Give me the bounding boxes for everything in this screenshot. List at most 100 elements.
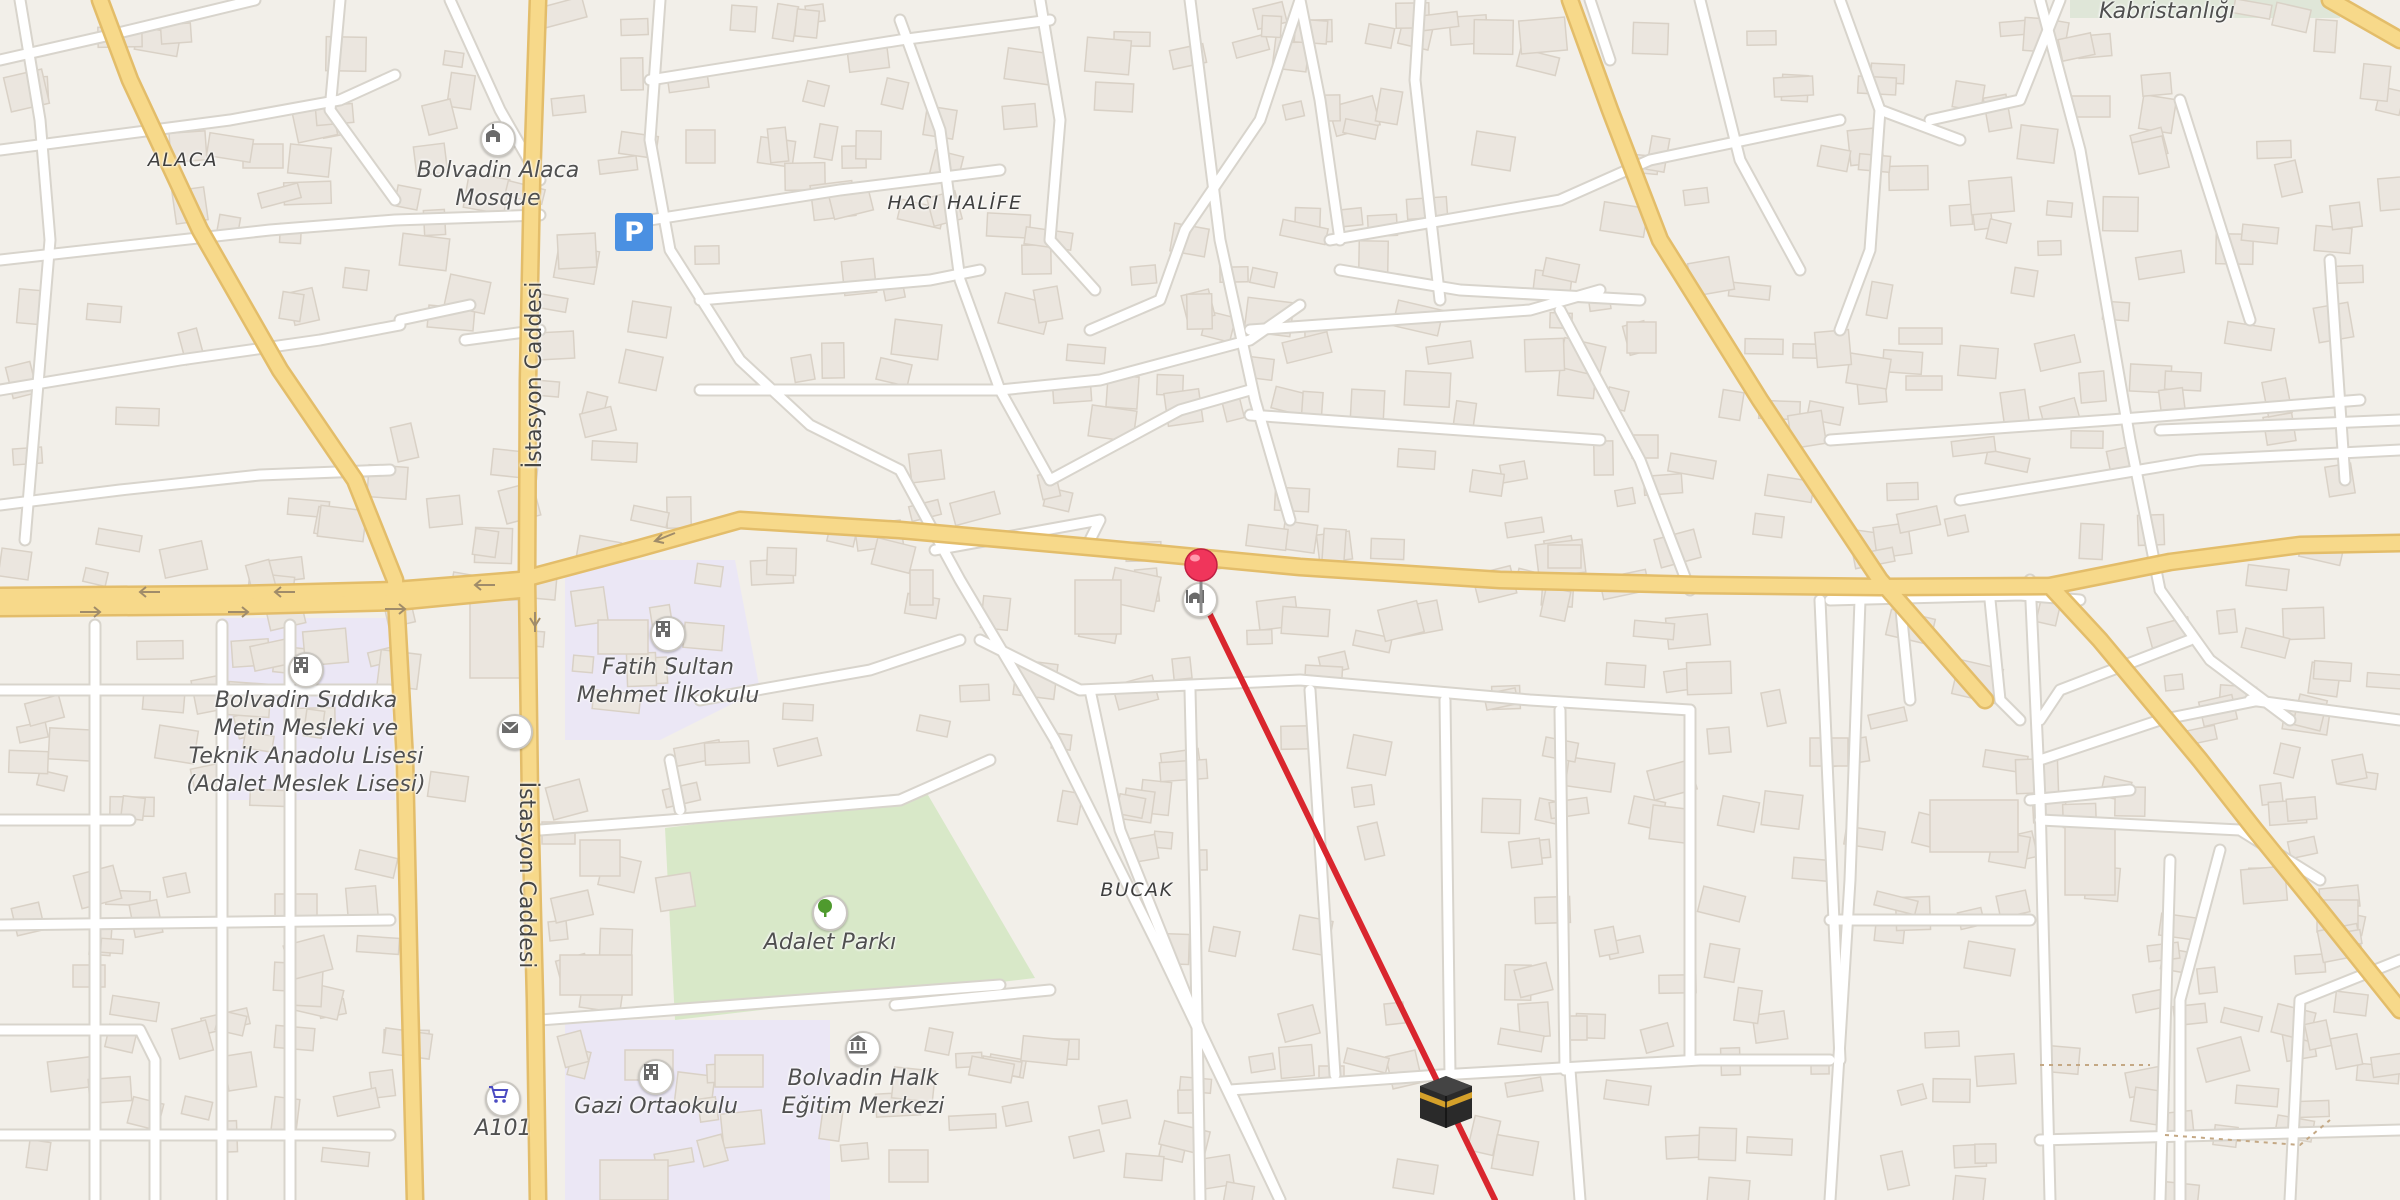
museum-icon[interactable]	[845, 1031, 881, 1067]
building	[1020, 243, 1053, 276]
building	[2255, 139, 2293, 160]
building	[693, 562, 725, 588]
building	[1813, 328, 1853, 369]
building	[1280, 605, 1331, 638]
building	[2359, 62, 2392, 103]
building	[1032, 285, 1064, 324]
building	[880, 76, 910, 111]
building	[1697, 1126, 1738, 1162]
building	[1745, 1136, 1794, 1156]
building	[278, 290, 305, 323]
building	[2016, 124, 2059, 164]
road-segment	[1440, 695, 1455, 1080]
place-label-kabristan: Kabristanlığı	[2098, 0, 2236, 24]
building	[1248, 1052, 1276, 1074]
tree-icon[interactable]	[812, 895, 848, 931]
building	[1245, 628, 1274, 646]
building	[1396, 447, 1437, 471]
building	[1956, 344, 2000, 380]
building	[907, 449, 946, 484]
building	[619, 57, 645, 91]
building	[2376, 174, 2400, 212]
building	[2312, 659, 2353, 683]
building	[99, 937, 125, 955]
building	[1948, 203, 1974, 227]
building	[2295, 1099, 2331, 1119]
building	[2078, 522, 2105, 561]
location-pin-icon[interactable]	[1183, 547, 1219, 617]
road-segment	[1555, 705, 1570, 1075]
building	[924, 1027, 954, 1056]
street-label-istasyon-north: İstasyon Caddesi	[522, 281, 547, 469]
building	[544, 778, 589, 821]
building	[389, 422, 420, 463]
building	[1879, 1150, 1911, 1191]
building	[1951, 1174, 1987, 1200]
building	[2281, 606, 2326, 641]
post-office-icon[interactable]	[497, 714, 533, 750]
road-segment	[1565, 1065, 1585, 1200]
building	[2273, 159, 2304, 198]
building	[1974, 1052, 2017, 1088]
building	[1129, 264, 1158, 286]
road-segment	[2173, 843, 2227, 1200]
building	[1185, 293, 1214, 330]
neighborhood-label-haci-halife: HACI HALİFE	[887, 192, 1023, 214]
building	[766, 126, 790, 164]
building	[1547, 544, 1582, 569]
building	[0, 547, 33, 581]
building	[1613, 486, 1637, 508]
building	[108, 994, 161, 1023]
school-icon[interactable]	[288, 652, 324, 688]
building	[626, 300, 673, 339]
building	[354, 848, 399, 880]
place-label-line: Bolvadin Sıddıka	[214, 688, 398, 713]
place-label-alaca-mosque: Bolvadin Alaca Mosque	[417, 157, 579, 213]
kaaba-icon[interactable]	[1418, 1074, 1474, 1130]
building	[1760, 688, 1787, 728]
building	[47, 727, 96, 762]
building	[1074, 579, 1122, 635]
building	[398, 232, 451, 272]
map-canvas[interactable]: ALACA HACI HALİFE BUCAK İstasyon Caddesi…	[0, 0, 2400, 1200]
school-icon[interactable]	[650, 616, 686, 652]
building	[81, 566, 110, 588]
building	[320, 1146, 371, 1168]
building	[790, 353, 816, 384]
building	[597, 154, 639, 176]
building	[619, 17, 650, 37]
place-label-line: Bolvadin Alaca	[416, 158, 580, 183]
building	[1895, 505, 1942, 534]
building	[1967, 176, 2016, 216]
building	[2130, 135, 2171, 175]
building	[1346, 733, 1393, 777]
building	[1490, 1133, 1540, 1177]
building	[2234, 1084, 2280, 1108]
building	[1539, 585, 1572, 623]
school-icon[interactable]	[638, 1059, 674, 1095]
place-label-gazi-ortaokulu: Gazi Ortaokulu	[574, 1094, 738, 1119]
building	[629, 504, 671, 529]
building	[1276, 1003, 1322, 1044]
street-label-istasyon-south: İstasyon Caddesi	[514, 781, 539, 969]
place-label-line: Mehmet İlkokulu	[576, 683, 760, 708]
building	[469, 599, 525, 679]
building	[2196, 1035, 2251, 1084]
building	[1845, 352, 1892, 390]
building	[2313, 18, 2338, 54]
mosque-icon[interactable]	[480, 121, 516, 157]
building	[1207, 925, 1242, 958]
parking-icon[interactable]: P	[615, 213, 653, 251]
building	[1685, 660, 1733, 696]
building	[2285, 795, 2318, 823]
building	[1682, 186, 1710, 207]
building	[703, 740, 751, 766]
building	[665, 496, 693, 529]
building	[1019, 1034, 1071, 1067]
building	[1171, 656, 1193, 681]
building	[550, 94, 587, 117]
shopping-cart-icon[interactable]	[485, 1081, 521, 1117]
place-label-a101: A101	[474, 1116, 532, 1141]
building	[420, 98, 459, 136]
building	[2070, 429, 2104, 450]
